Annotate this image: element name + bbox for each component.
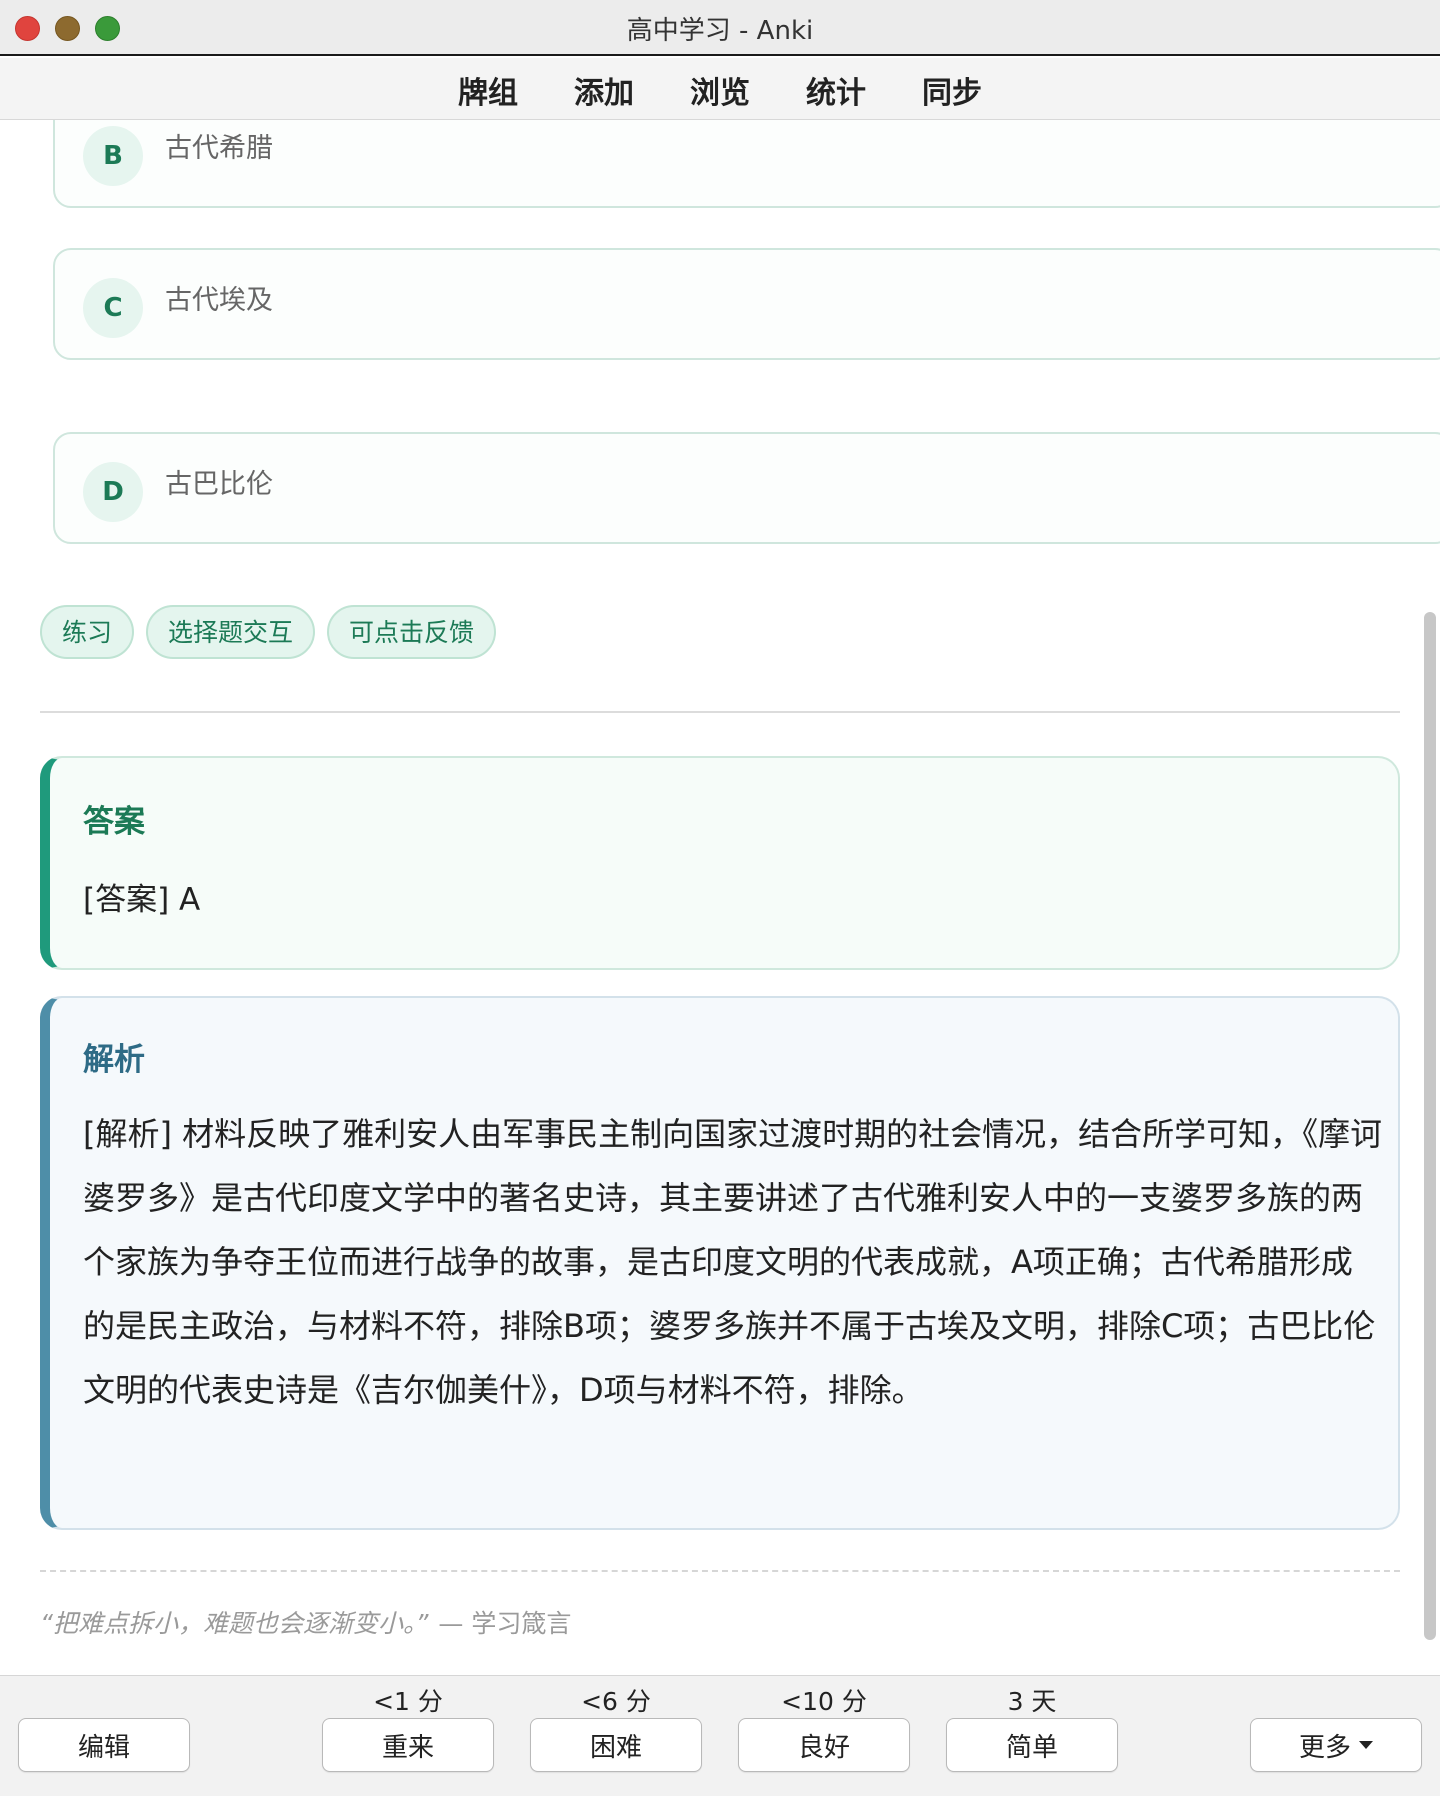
easy-button[interactable]: 简单 [946,1718,1118,1772]
quote-text: “把难点拆小，难题也会逐渐变小。” [40,1609,429,1638]
hard-interval: <6 分 [581,1687,651,1716]
easy-interval: 3 天 [1007,1687,1057,1716]
tag-choice-interaction: 选择题交互 [146,605,316,659]
again-interval: <1 分 [373,1687,443,1716]
quote-divider [40,1570,1400,1572]
option-c-text: 古代埃及 [165,285,273,316]
toolbar-browse[interactable]: 浏览 [662,68,778,112]
edit-button[interactable]: 编辑 [18,1718,190,1772]
title-bar: 高中学习 - Anki [0,0,1440,56]
card-content: B 古代希腊 C 古代埃及 D 古巴比伦 练习 选择题交互 可点击反馈 答案 [… [0,120,1440,1675]
option-d-badge: D [83,462,143,522]
divider [40,711,1400,713]
toolbar-sync[interactable]: 同步 [894,68,1010,112]
answer-section: 答案 [答案] A [40,756,1400,970]
tag-list: 练习 选择题交互 可点击反馈 [40,605,497,659]
toolbar-stats[interactable]: 统计 [778,68,894,112]
option-c[interactable]: C 古代埃及 [53,248,1440,360]
more-label: 更多 [1298,1732,1351,1763]
again-button[interactable]: 重来 [322,1718,494,1772]
analysis-text: [解析] 材料反映了雅利安人由军事民主制向国家过渡时期的社会情况，结合所学可知，… [83,1115,1383,1409]
answer-text: [答案] A [83,882,201,918]
good-button[interactable]: 良好 [738,1718,910,1772]
option-d[interactable]: D 古巴比伦 [53,432,1440,544]
study-quote: “把难点拆小，难题也会逐渐变小。” — 学习箴言 [40,1604,571,1640]
toolbar-add[interactable]: 添加 [546,68,662,112]
analysis-section: 解析 [解析] 材料反映了雅利安人由军事民主制向国家过渡时期的社会情况，结合所学… [40,996,1400,1530]
main-toolbar: 牌组 添加 浏览 统计 同步 [0,58,1440,120]
option-b-badge: B [83,126,143,186]
quote-author: — 学习箴言 [438,1609,572,1638]
hard-button[interactable]: 困难 [530,1718,702,1772]
toolbar-decks[interactable]: 牌组 [430,68,546,112]
more-button[interactable]: 更多 [1250,1718,1422,1772]
review-bottom-bar: 编辑 <1 分 重来 <6 分 困难 <10 分 良好 3 天 简单 更多 [0,1675,1440,1796]
answer-heading: 答案 [83,804,145,840]
good-interval: <10 分 [781,1687,867,1716]
window-title: 高中学习 - Anki [626,16,814,46]
option-c-badge: C [83,278,143,338]
option-b[interactable]: B 古代希腊 [53,120,1440,208]
dropdown-caret-icon [1359,1741,1373,1749]
analysis-heading: 解析 [83,1042,145,1078]
option-d-text: 古巴比伦 [165,469,273,500]
tag-click-feedback: 可点击反馈 [327,605,497,659]
tag-practice: 练习 [40,605,135,659]
option-b-text: 古代希腊 [165,133,273,164]
vertical-scrollbar[interactable] [1424,612,1436,1640]
